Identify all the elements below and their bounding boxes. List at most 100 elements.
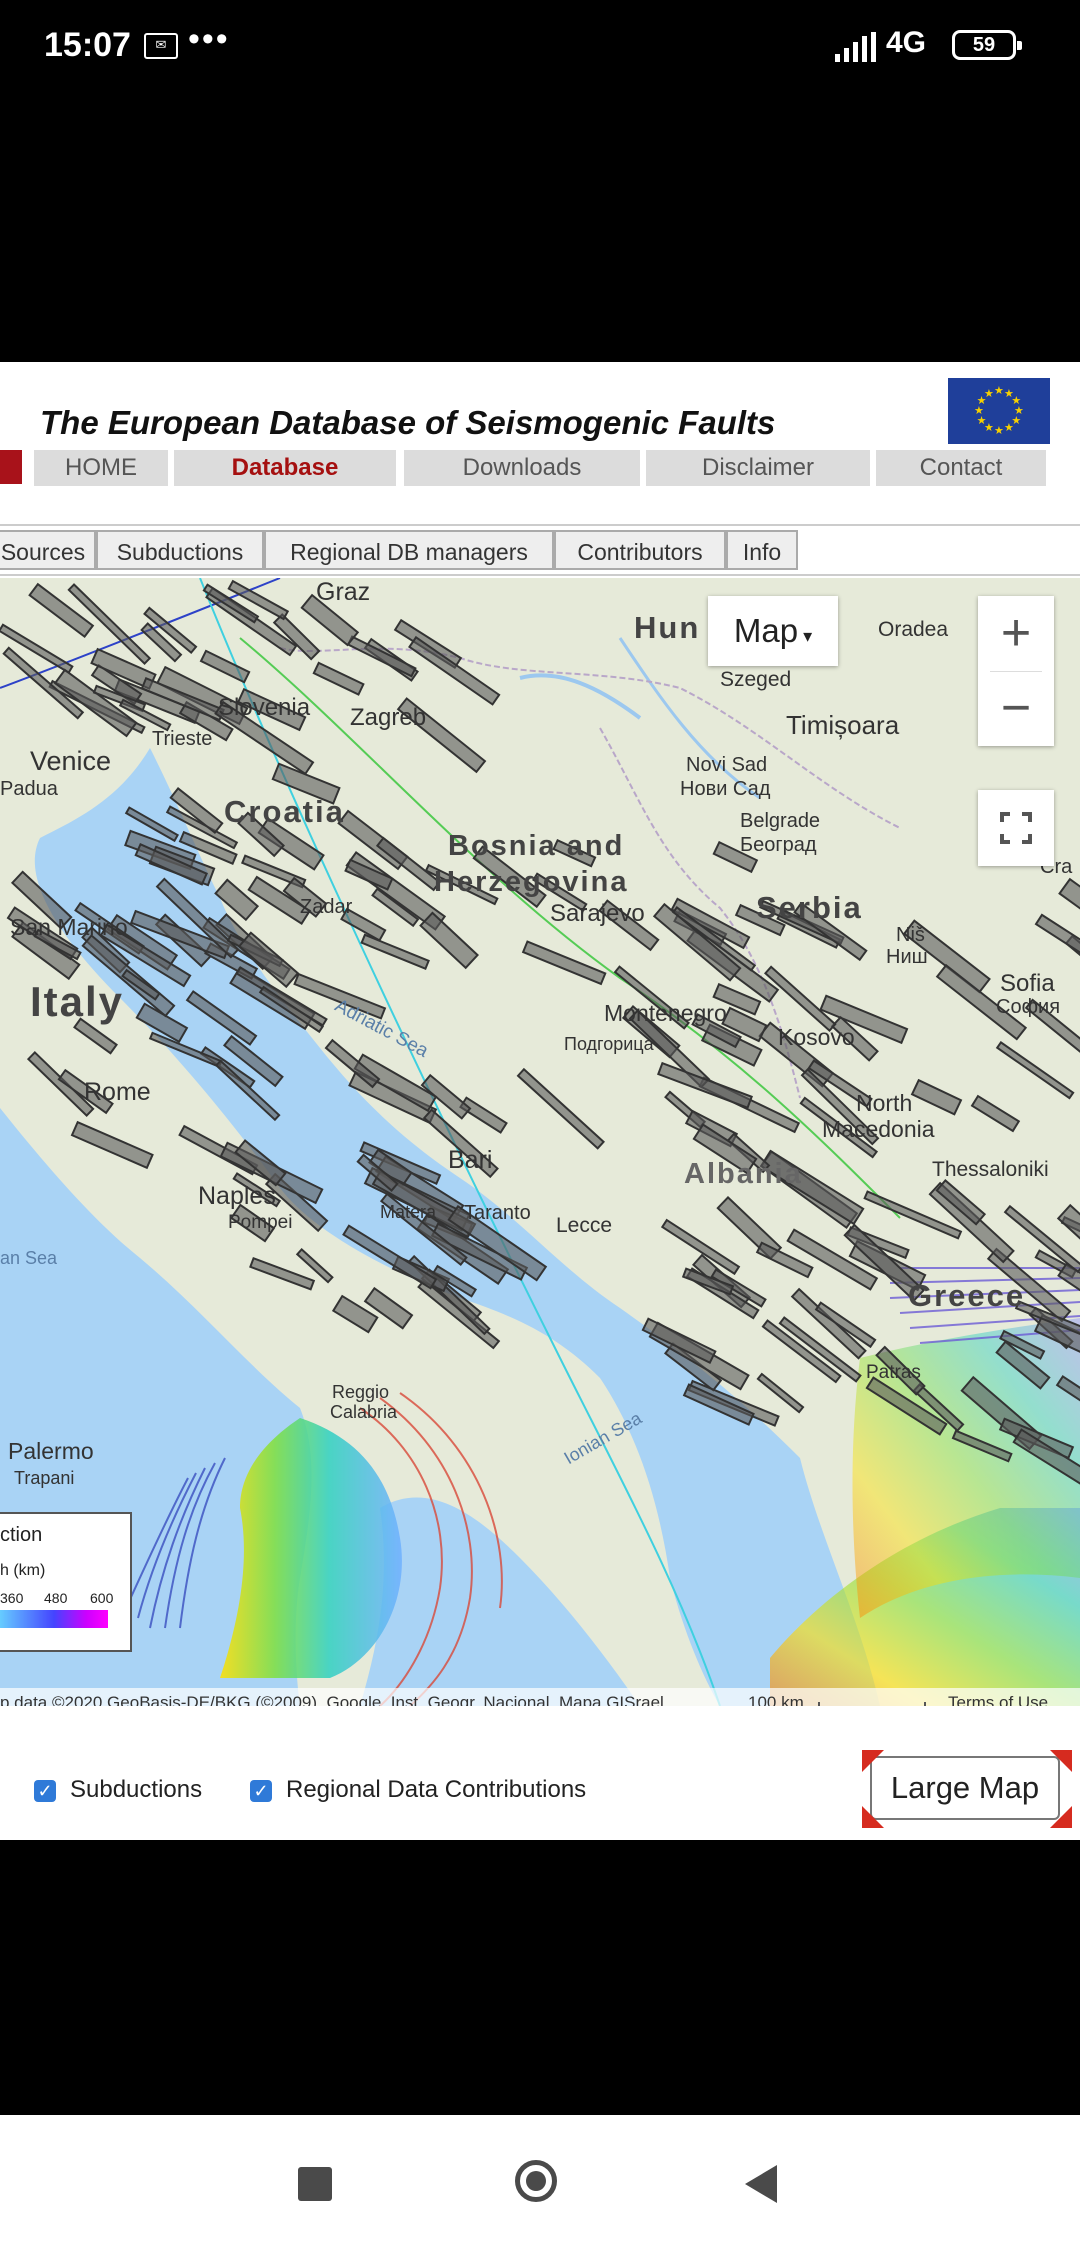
- checkbox-subductions[interactable]: ✓ Subductions: [34, 1774, 202, 1806]
- map-label-sarajevo: Sarajevo: [550, 900, 645, 927]
- zoom-in-button[interactable]: +: [978, 596, 1054, 671]
- map-label-croatia: Croatia: [224, 794, 345, 829]
- legend-tick-360: 360: [0, 1590, 24, 1606]
- map-label-podgorica-cyr: Подгорица: [564, 1034, 654, 1054]
- status-time: 15:07: [44, 26, 131, 64]
- map-label-italy: Italy: [30, 978, 125, 1025]
- terms-of-use-link[interactable]: Terms of Use: [948, 1688, 1048, 1706]
- eu-star-icon: ★: [984, 387, 994, 400]
- map-label-timisoara: Timișoara: [786, 710, 900, 740]
- map-label-oradea: Oradea: [878, 618, 949, 641]
- recent-apps-button[interactable]: [298, 2167, 332, 2201]
- eu-star-icon: ★: [1011, 395, 1022, 407]
- map-label-graz: Graz: [316, 578, 371, 606]
- zoom-control: + −: [978, 596, 1054, 746]
- map-label-naples: Naples: [198, 1182, 276, 1210]
- expand-arrows-icon: [862, 1750, 1072, 1828]
- map-label-novi-sad: Novi Sad: [686, 754, 768, 776]
- tab-contributors[interactable]: Contributors: [554, 530, 726, 570]
- map-legend: ction h (km) 360 480 600: [0, 1512, 132, 1652]
- map-label-bari: Bari: [448, 1146, 493, 1174]
- map-label-macedonia: Macedonia: [822, 1116, 935, 1142]
- dropdown-icon: ▾: [798, 626, 813, 646]
- map-label-albania: Albania: [684, 1158, 803, 1190]
- map-label-hungary: Hun: [634, 610, 701, 645]
- map-label-bosnia: Bosnia and: [448, 830, 625, 862]
- checkbox-label: Subductions: [70, 1776, 203, 1803]
- nav-contact[interactable]: Contact: [876, 450, 1046, 486]
- map-attribution: p data ©2020 GeoBasis-DE/BKG (©2009), Go…: [0, 1693, 664, 1706]
- map-type-label: Map: [733, 612, 799, 649]
- map-label-montenegro: Montenegro: [604, 1000, 727, 1026]
- tab-info[interactable]: Info: [726, 530, 798, 570]
- eu-star-icon: ★: [1004, 422, 1014, 435]
- legend-color-bar: [0, 1610, 108, 1628]
- map-label-szeged: Szeged: [720, 668, 792, 691]
- more-notifications-icon: •••: [188, 20, 230, 58]
- web-page: The European Database of Seismogenic Fau…: [0, 362, 1080, 1840]
- map-label-trieste: Trieste: [152, 728, 213, 750]
- zoom-divider: [990, 671, 1042, 672]
- checkbox-checked-icon: ✓: [34, 1779, 56, 1802]
- eu-star-icon: ★: [974, 405, 984, 417]
- map-label-nis: Niš: [896, 924, 925, 946]
- map-label-san-marino: San Marino: [10, 914, 128, 940]
- back-button[interactable]: [745, 2165, 777, 2203]
- map-scale-label: 100 km: [748, 1693, 804, 1706]
- map-label-sofia: Sofia: [1000, 970, 1055, 997]
- fullscreen-button[interactable]: [978, 790, 1054, 866]
- map-label-tyrrhenian: an Sea: [0, 1248, 58, 1268]
- map-label-north: North: [856, 1090, 913, 1116]
- map-label-serbia: Serbia: [756, 890, 863, 925]
- map-label-zadar: Zadar: [300, 896, 353, 918]
- zoom-out-button[interactable]: −: [978, 671, 1054, 746]
- map-label-venice: Venice: [30, 746, 112, 776]
- checkbox-label: Regional Data Contributions: [286, 1776, 587, 1803]
- nav-home[interactable]: HOME: [34, 450, 168, 486]
- map-label-greece: Greece: [908, 1278, 1026, 1313]
- map-label-thessaloniki: Thessaloniki: [932, 1158, 1049, 1181]
- fullscreen-icon: [1000, 812, 1032, 844]
- map-label-patras: Patras: [866, 1362, 921, 1383]
- map-label-kosovo: Kosovo: [778, 1024, 855, 1050]
- nav-downloads[interactable]: Downloads: [404, 450, 640, 486]
- map-label-belgrade: Belgrade: [740, 810, 821, 832]
- nav-disclaimer[interactable]: Disclaimer: [646, 450, 870, 486]
- fault-map[interactable]: Graz Hun Oradea Szeged Timișoara Sloveni…: [0, 578, 1080, 1706]
- map-label-nis-cyr: Ниш: [886, 946, 928, 968]
- map-label-herzegovina: Herzegovina: [434, 866, 629, 898]
- eu-star-icon: ★: [994, 425, 1004, 437]
- map-label-rome: Rome: [84, 1078, 151, 1106]
- legend-tick-480: 480: [44, 1590, 68, 1606]
- battery-icon: 59: [952, 30, 1022, 60]
- map-label-zagreb: Zagreb: [350, 704, 427, 731]
- legend-title: ction: [0, 1524, 43, 1546]
- logo-fragment: [0, 450, 22, 484]
- map-label-sofia-cyr: София: [996, 996, 1061, 1018]
- network-type: 4G: [886, 26, 927, 59]
- map-label-trapani: Trapani: [14, 1468, 75, 1488]
- checkbox-sources-fragment[interactable]: [0, 1774, 4, 1806]
- map-label-matera: Matera: [380, 1202, 437, 1222]
- tab-subductions[interactable]: Subductions: [96, 530, 264, 570]
- tab-regional-db-managers[interactable]: Regional DB managers: [264, 530, 554, 570]
- map-label-reggio: Reggio: [332, 1382, 390, 1402]
- nav-database[interactable]: Database: [174, 450, 396, 486]
- map-type-button[interactable]: Map ▾: [708, 596, 838, 666]
- map-label-lecce: Lecce: [556, 1214, 613, 1237]
- eu-star-icon: ★: [976, 415, 987, 427]
- map-label-slovenia: Slovenia: [218, 694, 311, 721]
- checkbox-regional-data[interactable]: ✓ Regional Data Contributions: [250, 1774, 586, 1806]
- map-label-novi-sad-cyr: Нови Сад: [680, 778, 771, 800]
- map-label-calabria: Calabria: [330, 1402, 398, 1422]
- map-label-taranto: Taranto: [464, 1202, 531, 1224]
- tab-sources[interactable]: Sources: [0, 530, 96, 570]
- notification-icon: ✉: [144, 33, 178, 59]
- checkbox-checked-icon: ✓: [250, 1779, 272, 1802]
- site-title: The European Database of Seismogenic Fau…: [40, 404, 776, 441]
- home-button[interactable]: [515, 2160, 557, 2202]
- map-label-padua: Padua: [0, 778, 58, 800]
- map-label-pompei: Pompei: [228, 1212, 293, 1233]
- map-label-belgrade-cyr: Београд: [740, 834, 817, 856]
- map-scale-bar: [818, 1702, 926, 1706]
